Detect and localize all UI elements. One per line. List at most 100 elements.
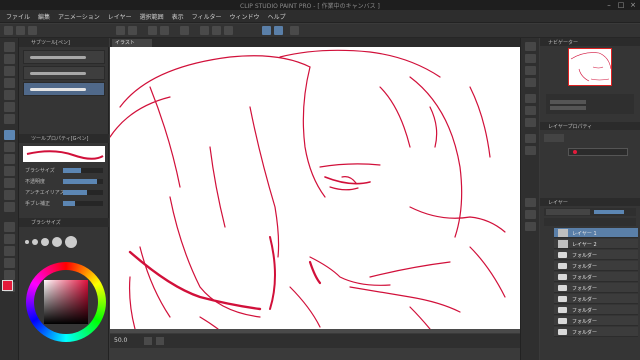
snap-ruler-icon[interactable] [262, 26, 271, 35]
text-tool-icon[interactable] [4, 258, 15, 268]
transform-icon[interactable] [180, 26, 189, 35]
balloon-tool-icon[interactable] [4, 270, 15, 280]
opacity-slider[interactable] [594, 210, 624, 214]
size-preset[interactable] [32, 239, 38, 245]
layer-panel-icon[interactable] [525, 198, 536, 207]
snap-special-ruler-icon[interactable] [274, 26, 283, 35]
eraser-tool-icon[interactable] [4, 190, 15, 200]
layer-folder[interactable]: フォルダー [554, 272, 638, 282]
deselect-icon[interactable] [200, 26, 209, 35]
menu-file[interactable]: ファイル [6, 12, 30, 21]
selection-launcher-icon[interactable] [224, 26, 233, 35]
layer-folder[interactable]: フォルダー [554, 294, 638, 304]
new-file-icon[interactable] [4, 26, 13, 35]
rotate-right-icon[interactable] [156, 337, 164, 345]
move-layer-tool-icon[interactable] [4, 78, 15, 88]
operation-tool-icon[interactable] [4, 66, 15, 76]
invert-selection-icon[interactable] [212, 26, 221, 35]
auto-action-icon[interactable] [525, 134, 536, 143]
pen-tool-icon[interactable] [4, 130, 15, 140]
menu-animation[interactable]: アニメーション [58, 12, 100, 21]
brush-tool-icon[interactable] [4, 154, 15, 164]
blend-tool-icon[interactable] [4, 202, 15, 212]
opacity-slider[interactable] [63, 179, 103, 184]
menu-help[interactable]: ヘルプ [268, 12, 286, 21]
zoom-level[interactable]: 50.0 [114, 337, 127, 344]
item-bank-icon[interactable] [525, 146, 536, 155]
menu-selection[interactable]: 選択範囲 [140, 12, 164, 21]
navigator-preview[interactable] [568, 48, 612, 86]
brush-item-selected[interactable] [23, 82, 105, 96]
figure-tool-icon[interactable] [4, 246, 15, 256]
menu-filter[interactable]: フィルター [192, 12, 222, 21]
saturation-value-square[interactable] [44, 280, 88, 324]
layer-item[interactable]: レイヤー 2 [554, 239, 638, 249]
rotate-left-icon[interactable] [144, 337, 152, 345]
size-preset[interactable] [65, 236, 77, 248]
layer-folder[interactable]: フォルダー [554, 283, 638, 293]
auto-select-tool-icon[interactable] [4, 102, 15, 112]
open-file-icon[interactable] [16, 26, 25, 35]
menu-view[interactable]: 表示 [172, 12, 184, 21]
stabilization-slider[interactable] [63, 201, 103, 206]
size-preset[interactable] [41, 238, 49, 246]
airbrush-tool-icon[interactable] [4, 166, 15, 176]
close-button[interactable]: × [628, 1, 638, 9]
maximize-button[interactable]: □ [616, 1, 626, 9]
animation-icon[interactable] [525, 118, 536, 127]
brush-item[interactable] [23, 50, 105, 64]
selection-tool-icon[interactable] [4, 90, 15, 100]
layer-folder[interactable]: フォルダー [554, 316, 638, 326]
canvas-paper[interactable] [110, 47, 520, 329]
snap-grid-icon[interactable] [290, 26, 299, 35]
blend-mode-dropdown[interactable] [546, 209, 590, 215]
menu-window[interactable]: ウィンドウ [230, 12, 260, 21]
size-preset[interactable] [52, 237, 62, 247]
effect-button[interactable] [544, 134, 564, 142]
layer-property-icon[interactable] [525, 94, 536, 103]
rotate-slider[interactable] [550, 106, 586, 110]
zoom-slider[interactable] [550, 100, 586, 104]
layer-folder[interactable]: フォルダー [554, 327, 638, 337]
property-brush-size[interactable]: ブラシサイズ [23, 166, 105, 175]
zoom-tool-icon[interactable] [4, 42, 15, 52]
redo-icon[interactable] [128, 26, 137, 35]
sub-view-icon[interactable] [525, 54, 536, 63]
history-icon[interactable] [525, 78, 536, 87]
size-preset[interactable] [25, 240, 29, 244]
clear-icon[interactable] [148, 26, 157, 35]
canvas-area[interactable] [110, 47, 520, 333]
layer-item[interactable]: レイヤー 1 [554, 228, 638, 238]
eyedropper-tool-icon[interactable] [4, 114, 15, 124]
brush-size-slider[interactable] [63, 168, 103, 173]
brush-item[interactable] [23, 66, 105, 80]
move-tool-icon[interactable] [4, 54, 15, 64]
layer-folder[interactable]: フォルダー [554, 305, 638, 315]
fill-tool-icon[interactable] [4, 222, 15, 232]
minimize-button[interactable]: – [604, 1, 614, 9]
property-antialias[interactable]: アンチエイリアス [23, 188, 105, 197]
navigator-header: ナビゲーター [540, 38, 640, 46]
layer-folder[interactable]: フォルダー [554, 250, 638, 260]
layer-folder[interactable]: フォルダー [554, 261, 638, 271]
pencil-tool-icon[interactable] [4, 142, 15, 152]
layer-search-icon[interactable] [525, 106, 536, 115]
menu-edit[interactable]: 編集 [38, 12, 50, 21]
material-icon[interactable] [525, 210, 536, 219]
antialias-slider[interactable] [63, 190, 103, 195]
menu-layer[interactable]: レイヤー [108, 12, 132, 21]
color-set-icon[interactable] [525, 222, 536, 231]
decoration-tool-icon[interactable] [4, 178, 15, 188]
canvas-tab[interactable]: イラスト [112, 39, 152, 47]
property-opacity[interactable]: 不透明度 [23, 177, 105, 186]
property-stabilization[interactable]: 手ブレ補正 [23, 199, 105, 208]
layer-panel-header: レイヤー [540, 198, 640, 206]
navigator-icon[interactable] [525, 42, 536, 51]
info-icon[interactable] [525, 66, 536, 75]
expression-color-dropdown[interactable] [568, 148, 628, 156]
main-color-chip[interactable] [2, 280, 13, 291]
gradient-tool-icon[interactable] [4, 234, 15, 244]
fill-icon[interactable] [160, 26, 169, 35]
undo-icon[interactable] [116, 26, 125, 35]
save-icon[interactable] [28, 26, 37, 35]
